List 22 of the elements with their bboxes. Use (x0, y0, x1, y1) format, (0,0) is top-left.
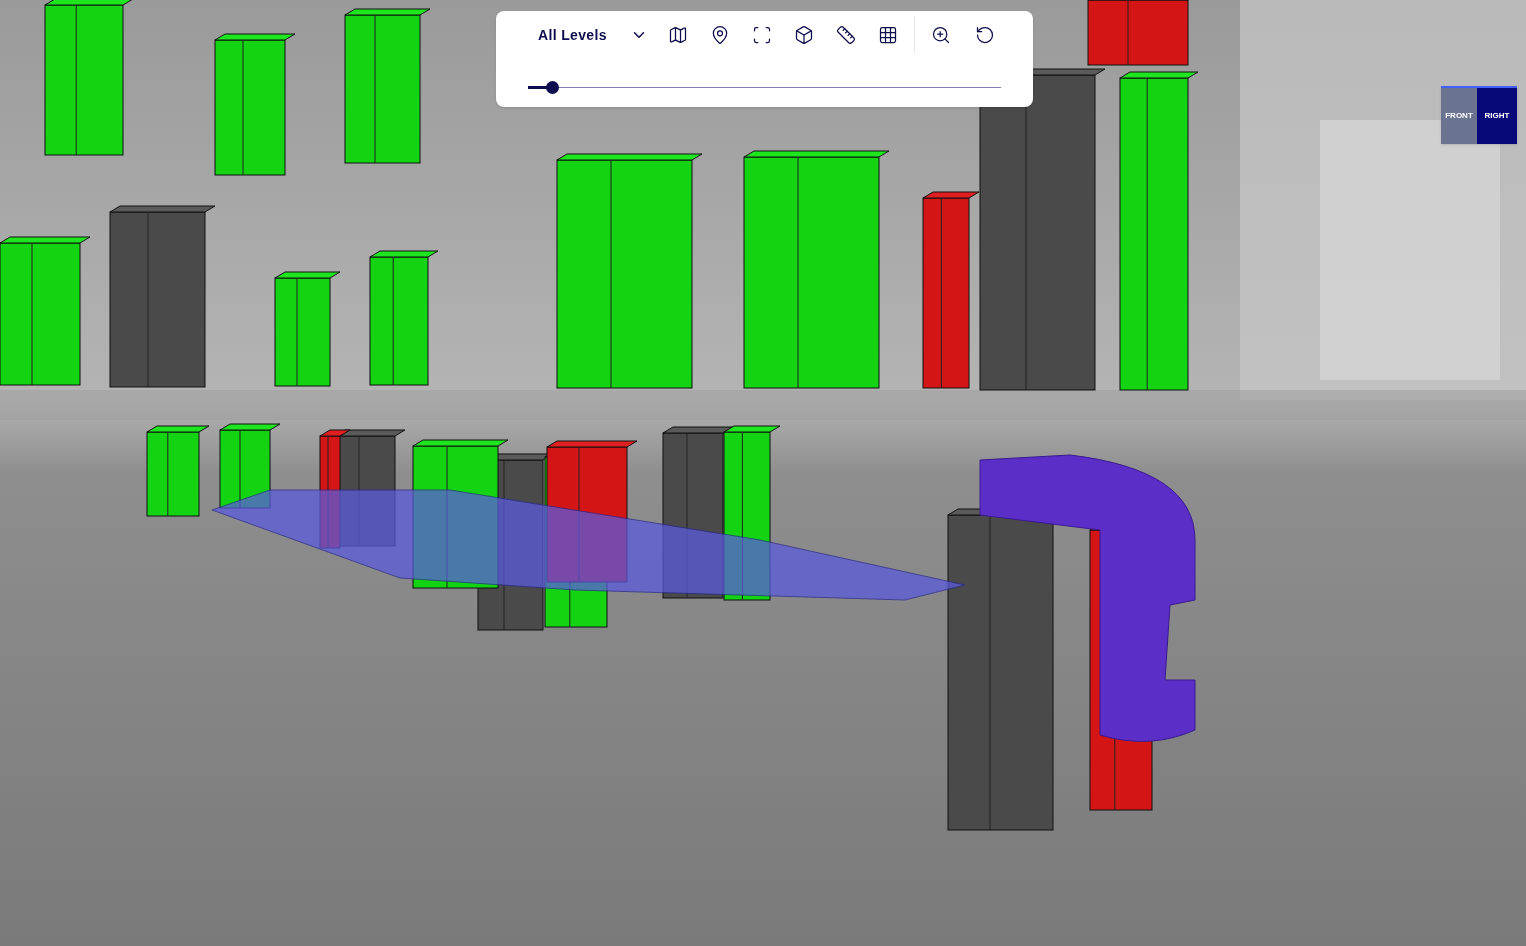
toolbar-button[interactable] (878, 25, 898, 45)
scan-icon (752, 25, 772, 45)
reset-icon (975, 25, 995, 45)
cube-icon (794, 25, 814, 45)
reset-button[interactable] (975, 25, 995, 45)
cube-right-face[interactable]: RIGHT (1477, 86, 1517, 144)
cube-front-face[interactable]: FRONT (1441, 86, 1477, 144)
zoom-icon (931, 25, 951, 45)
zoom-button[interactable] (931, 25, 951, 45)
level-select[interactable]: All Levels (538, 24, 648, 46)
map-icon (668, 25, 688, 45)
toolbar-button[interactable] (752, 25, 772, 45)
toolbar-button[interactable] (836, 25, 856, 45)
toolbar-button[interactable] (710, 25, 730, 45)
toolbar-button[interactable] (668, 25, 688, 45)
location-pin-icon (710, 25, 730, 45)
toolbar-button[interactable] (794, 25, 814, 45)
view-cube[interactable]: FRONT RIGHT (1441, 86, 1517, 144)
grid-icon (878, 25, 898, 45)
ruler-icon (836, 25, 856, 45)
level-slider[interactable] (528, 81, 1001, 95)
slider-thumb[interactable] (545, 81, 559, 94)
